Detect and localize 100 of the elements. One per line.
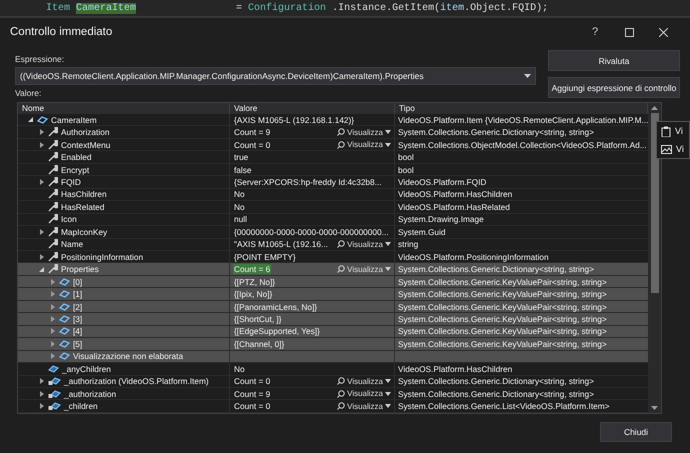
scroll-down-icon[interactable] (651, 406, 658, 410)
object-icon (59, 326, 70, 336)
row-type: VideoOS.Platform.HasRelated (398, 202, 510, 212)
caret-icon (385, 267, 391, 272)
table-row[interactable]: _authorization Count = 9 Visualizza System.Collections.Generic.Dictionary<string, string> (18, 388, 648, 400)
wrench-icon (48, 226, 58, 237)
help-button[interactable]: ? (578, 25, 612, 39)
table-row[interactable]: [4] {[EdgeSupported, Yes]} System.Collections.Generic.KeyValuePair<string, string> (18, 326, 648, 338)
collapsed-icon[interactable] (40, 403, 44, 410)
wrench-icon (48, 176, 58, 187)
table-row[interactable]: Visualizzazione non elaborata (18, 350, 648, 364)
collapsed-icon[interactable] (50, 291, 54, 298)
table-row[interactable]: Properties Count = 6 Visualizza System.Collections.Generic.Dictionary<string, string> (18, 263, 648, 276)
row-name: PositioningInformation (61, 252, 144, 262)
row-type: System.Collections.Generic.KeyValuePair<string, string> (398, 289, 607, 300)
visualize-button[interactable]: Visualizza (337, 389, 394, 398)
object-icon (59, 314, 70, 324)
add-watch-button[interactable]: Aggiungi espressione di controllo (548, 77, 680, 98)
collapsed-icon[interactable] (40, 228, 44, 235)
row-type: System.Drawing.Image (398, 214, 484, 224)
row-value: No (233, 202, 246, 212)
visualize-button[interactable]: Visualizza (337, 264, 394, 274)
row-name: _authorization (64, 388, 116, 399)
collapsed-icon[interactable] (50, 278, 54, 285)
table-row[interactable]: Name "AXIS M1065-L (192.16... Visualizza string (18, 238, 648, 251)
row-value: "AXIS M1065-L (192.16... (233, 239, 329, 250)
row-name: Icon (61, 214, 77, 224)
row-name: Properties (61, 264, 99, 274)
row-value: false (233, 164, 253, 175)
table-row[interactable]: ContextMenu Count = 0 Visualizza System.Collections.ObjectModel.Collection<VideoOS.Platform.Ad... (18, 138, 648, 152)
collapsed-icon[interactable] (40, 129, 44, 136)
table-row[interactable]: _children Count = 0 Visualizza System.Collections.Generic.List<VideoOS.Platform.Item> (18, 400, 648, 413)
collapsed-icon[interactable] (40, 390, 44, 397)
search-icon (337, 128, 346, 136)
row-value: Count = 0 (233, 401, 272, 412)
object-icon (59, 289, 70, 300)
table-row[interactable]: Icon null System.Drawing.Image (18, 214, 648, 226)
row-value: {[PTZ, No]} (233, 276, 276, 287)
row-name: [5] (73, 338, 82, 349)
object-icon (59, 302, 70, 312)
visualize-button[interactable]: Visualizza (337, 140, 394, 150)
visualize-button[interactable]: Visualizza (337, 402, 394, 411)
dropdown-icon[interactable] (524, 74, 531, 78)
expression-field[interactable]: ((VideoOS.RemoteClient.Application.MIP.Manager.ConfigurationAsync.DeviceItem)CameraItem).Properties (15, 67, 536, 85)
table-row[interactable]: MapIconKey {00000000-0000-0000-0000-000000000... System.Guid (18, 226, 648, 239)
table-row[interactable]: CameraItem {AXIS M1065-L (192.168.1.142)} VideoOS.Platform.Item {VideoOS.RemoteClient.Application.MIP.M... (18, 114, 648, 126)
window-title: Controllo immediato (10, 26, 114, 38)
object-icon (59, 338, 70, 349)
table-row[interactable]: [5] {[Channel, 0]} System.Collections.Generic.KeyValuePair<string, string> (18, 338, 648, 351)
row-name: Authorization (61, 127, 110, 138)
table-row[interactable]: HasRelated No VideoOS.Platform.HasRelated (18, 201, 648, 214)
clipboard-icon (661, 126, 671, 136)
row-value: Count = 6 (233, 264, 272, 274)
row-value: {[PanoramicLens, No]} (233, 302, 318, 312)
collapsed-icon[interactable] (50, 353, 54, 360)
caret-icon (385, 242, 391, 246)
table-row[interactable]: Encrypt false bool (18, 164, 648, 176)
scrollbar[interactable] (648, 103, 661, 413)
table-row[interactable]: HasChildren No VideoOS.Platform.HasChildren (18, 188, 648, 202)
collapsed-icon[interactable] (50, 304, 54, 310)
collapsed-icon[interactable] (40, 378, 44, 384)
row-type: bool (398, 164, 414, 175)
row-name: _anyChildren (62, 364, 111, 374)
row-type: System.Collections.Generic.Dictionary<string, string> (398, 127, 594, 138)
object-icon (59, 351, 70, 362)
table-row[interactable]: Authorization Count = 9 Visualizza System.Collections.Generic.Dictionary<string, string> (18, 126, 648, 139)
table-row[interactable]: _anyChildren No VideoOS.Platform.HasChildren (18, 363, 648, 376)
expression-label: Espressione: (15, 54, 66, 64)
table-row[interactable]: [0] {[PTZ, No]} System.Collections.Generic.KeyValuePair<string, string> (18, 276, 648, 288)
close-button[interactable]: Chiudi (600, 422, 672, 442)
collapsed-icon[interactable] (50, 340, 54, 347)
table-row[interactable]: [2] {[PanoramicLens, No]} System.Collections.Generic.KeyValuePair<string, string> (18, 300, 648, 314)
visualize-button[interactable]: Visualizza (337, 128, 394, 137)
table-row[interactable]: [3] {[ShortCut, ]} System.Collections.Generic.KeyValuePair<string, string> (18, 313, 648, 326)
table-row[interactable]: _authorization (VideoOS.Platform.Item) Count = 0 Visualizza System.Collections.Generic.Dictionary<string, string> (18, 376, 648, 388)
row-value: Count = 9 (233, 127, 272, 138)
menu-item[interactable]: Vi (657, 122, 689, 140)
collapsed-icon[interactable] (40, 178, 44, 185)
collapsed-icon[interactable] (50, 316, 54, 322)
row-value: null (233, 214, 248, 224)
table-row[interactable]: [1] {[Ipix, No]} System.Collections.Generic.KeyValuePair<string, string> (18, 288, 648, 301)
table-row[interactable]: Enabled true bool (18, 151, 648, 164)
column-header[interactable]: Nome (18, 103, 230, 114)
table-row[interactable]: FQID {Server:XPCORS:hp-freddy Id:4c32b8... VideoOS.Platform.FQID (18, 176, 648, 189)
scroll-up-icon[interactable] (651, 106, 658, 110)
collapsed-icon[interactable] (40, 254, 44, 260)
row-value: {Server:XPCORS:hp-freddy Id:4c32b8... (233, 176, 383, 187)
visualize-button[interactable]: Visualizza (337, 240, 394, 249)
column-header[interactable]: Valore (230, 103, 395, 114)
visualize-button[interactable]: Visualizza (337, 376, 394, 386)
reevaluate-button[interactable]: Rivaluta (548, 50, 680, 71)
collapsed-icon[interactable] (50, 328, 54, 334)
expanded-icon[interactable] (28, 117, 33, 122)
row-type: System.Collections.Generic.Dictionary<string, string> (398, 264, 594, 274)
collapsed-icon[interactable] (40, 142, 44, 148)
wrench-icon (48, 127, 58, 138)
expanded-icon[interactable] (39, 266, 44, 272)
row-value: Count = 9 (233, 388, 272, 399)
wrench-icon (48, 214, 58, 224)
menu-item[interactable]: Vi (657, 140, 689, 158)
